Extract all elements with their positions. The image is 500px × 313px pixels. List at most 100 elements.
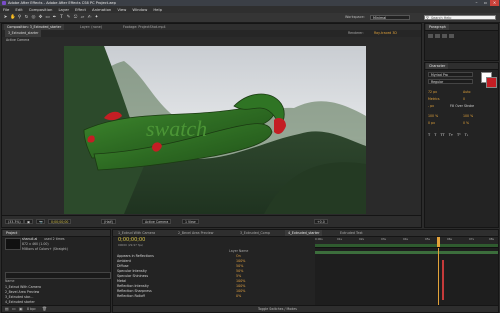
search-icon: ⚲ <box>426 15 429 20</box>
timeline-tab[interactable]: Extruded Text <box>337 230 366 236</box>
work-area-bar[interactable] <box>315 244 498 247</box>
font-family-select[interactable]: Myriad Pro <box>428 72 473 77</box>
eraser-tool-icon[interactable]: ▱ <box>80 15 85 20</box>
type-style-buttons: T T TT Tт T¹ T₁ <box>428 133 468 137</box>
current-time-indicator[interactable] <box>437 237 440 247</box>
align-right-icon[interactable] <box>442 34 447 38</box>
menu-animation[interactable]: Animation <box>89 6 114 13</box>
zoom-select[interactable]: (33.3%) <box>5 219 24 224</box>
trash-icon[interactable]: 🗑 <box>42 306 47 312</box>
fill-stroke-swatch[interactable] <box>481 72 497 88</box>
faux-italic-button[interactable]: T <box>434 133 436 137</box>
viewer-timecode[interactable]: 0;00;00;00 <box>48 219 72 224</box>
menu-composition[interactable]: Composition <box>26 6 56 13</box>
project-search-input[interactable] <box>5 272 111 279</box>
menu-view[interactable]: View <box>114 6 129 13</box>
landscape-render: swatch <box>64 46 366 214</box>
view-layout-select[interactable]: 1 View <box>182 219 199 224</box>
camera-tool-icon[interactable]: ◎ <box>31 15 36 20</box>
selection-tool-icon[interactable]: ➤ <box>3 15 8 20</box>
menu-edit[interactable]: Edit <box>12 6 25 13</box>
comp-subtab[interactable]: 3_Extruded_starter <box>5 30 42 37</box>
layer-property-value[interactable]: 0% <box>236 294 241 299</box>
hand-tool-icon[interactable]: ✋ <box>10 15 16 20</box>
kerning-field[interactable]: Metrics <box>428 97 440 101</box>
search-help-placeholder: Search Help <box>431 16 452 20</box>
composition-viewer[interactable]: Active Camera swatch <box>2 37 421 216</box>
brush-tool-icon[interactable]: ✎ <box>66 15 71 20</box>
layer-name-header[interactable]: Layer Name <box>229 249 248 253</box>
layer-duration-bar[interactable] <box>315 251 498 254</box>
workspace-select[interactable]: Minimal <box>370 15 410 20</box>
layer-property-name[interactable]: Reflection Rolloff <box>117 294 145 299</box>
menu-window[interactable]: Window <box>129 6 150 13</box>
tracking-field[interactable]: 0 <box>463 97 465 101</box>
new-folder-icon[interactable]: ▭ <box>12 306 16 312</box>
timeline-tab[interactable]: 2_Bevel Area Preview <box>175 230 216 236</box>
clone-stamp-tool-icon[interactable]: ⎋ <box>73 15 78 20</box>
selected-item-size: 872 x 460 (1.00) <box>22 242 49 246</box>
subscript-button[interactable]: T₁ <box>465 133 469 137</box>
paragraph-tabbar: Paragraph <box>425 24 498 31</box>
tab-project[interactable]: Project <box>3 230 21 236</box>
timeline-tabbar: 1_Extrud With Camera 2_Bevel Area Previe… <box>113 230 498 237</box>
all-caps-button[interactable]: TT <box>440 133 444 137</box>
paragraph-panel: Paragraph <box>424 23 499 61</box>
tab-character[interactable]: Character <box>426 63 449 69</box>
tab-paragraph[interactable]: Paragraph <box>426 24 449 30</box>
superscript-button[interactable]: T¹ <box>457 133 461 137</box>
type-tool-icon[interactable]: T <box>59 15 64 20</box>
camera-select[interactable]: Active Camera <box>142 219 172 224</box>
ruler-tick: 05s <box>425 237 431 241</box>
font-size-field[interactable]: 72 px <box>428 90 437 94</box>
roto-brush-tool-icon[interactable]: ✍ <box>87 15 92 20</box>
keyframe-column[interactable] <box>442 260 444 300</box>
timeline-tab-active[interactable]: 4_Extruded_starter <box>285 230 323 236</box>
search-help-input[interactable]: ⚲ Search Help <box>424 15 496 20</box>
font-style-select[interactable]: Regular <box>428 79 473 84</box>
mask-tool-icon[interactable]: ▭ <box>45 15 50 20</box>
pan-behind-tool-icon[interactable]: ✥ <box>38 15 43 20</box>
toggle-switches-modes[interactable]: Toggle Switches / Modes <box>258 306 297 312</box>
composition-image: swatch <box>64 46 366 214</box>
renderer-value[interactable]: Ray-traced 3D <box>374 30 397 37</box>
align-center-icon[interactable] <box>435 34 440 38</box>
baseline-shift-field[interactable]: 0 px <box>428 121 435 125</box>
interpret-footage-icon[interactable]: ▤ <box>5 306 9 312</box>
menu-file[interactable]: File <box>0 6 12 13</box>
app-window: Adobe After Effects - Adobe After Effect… <box>0 0 500 313</box>
ruler-tick: 0:00s <box>315 237 323 241</box>
resolution-icon[interactable]: ▣ <box>24 219 33 224</box>
stroke-width-field[interactable]: - px <box>428 104 434 108</box>
stroke-color-swatch[interactable] <box>486 77 497 88</box>
align-left-icon[interactable] <box>428 34 433 38</box>
snapshot-icon[interactable]: 📷 <box>36 219 45 224</box>
selected-item-colors: Millions of Colors+ (Straight) <box>22 247 68 251</box>
zoom-tool-icon[interactable]: ⚲ <box>17 15 22 20</box>
small-caps-button[interactable]: Tт <box>449 133 453 137</box>
pen-tool-icon[interactable]: ✒ <box>52 15 57 20</box>
fill-stroke-order-select[interactable]: Fill Over Stroke <box>450 104 474 108</box>
selected-item-name: shanuli.ai <box>22 237 38 241</box>
project-footer: ▤ ▭ ▣ 8 bpc 🗑 <box>2 305 110 312</box>
leading-field[interactable]: Auto <box>463 90 470 94</box>
quality-select[interactable]: (Half) <box>101 219 116 224</box>
new-composition-icon[interactable]: ▣ <box>19 306 23 312</box>
vertical-scale-field[interactable]: 100 % <box>428 114 438 118</box>
project-name-header[interactable]: Name <box>5 279 14 284</box>
faux-bold-button[interactable]: T <box>428 133 430 137</box>
timeline-tab[interactable]: 1_Extrud With Camera <box>115 230 158 236</box>
puppet-tool-icon[interactable]: ✦ <box>94 15 99 20</box>
menu-layer[interactable]: Layer <box>55 6 72 13</box>
timeline-tab[interactable]: 3_Extruded_Comp <box>237 230 273 236</box>
rotate-tool-icon[interactable]: ↻ <box>24 15 29 20</box>
horizontal-scale-field[interactable]: 100 % <box>463 114 473 118</box>
exposure-value[interactable]: +0.0 <box>314 219 328 224</box>
timeline-track-area[interactable] <box>315 248 498 306</box>
tsume-field[interactable]: 0 % <box>463 121 469 125</box>
time-ruler[interactable]: 0:00s 01s 02s 03s 04s 05s 06s 07s 08s <box>315 237 498 248</box>
menu-effect[interactable]: Effect <box>72 6 89 13</box>
menu-help[interactable]: Help <box>150 6 165 13</box>
bpc-label[interactable]: 8 bpc <box>27 306 36 312</box>
justify-icon[interactable] <box>449 34 454 38</box>
